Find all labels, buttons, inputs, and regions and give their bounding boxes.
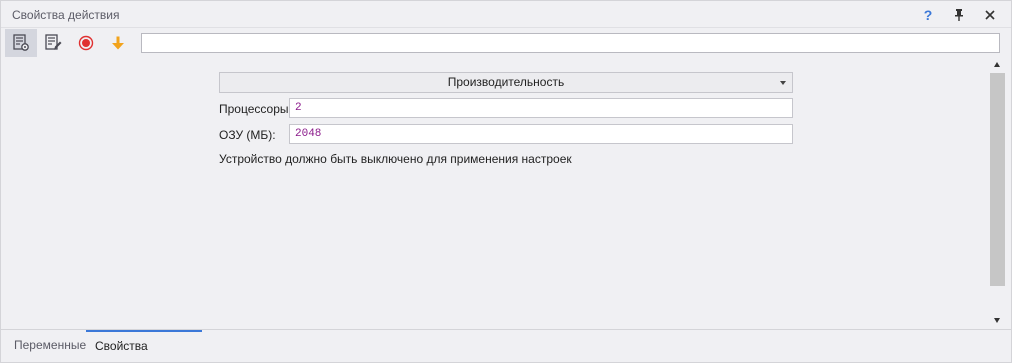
ram-field[interactable]: 2048 <box>289 124 793 144</box>
tab-action-properties[interactable]: Свойства действия <box>86 330 202 362</box>
scroll-up-icon[interactable] <box>994 62 1000 67</box>
chevron-down-icon <box>780 81 786 85</box>
properties-content: Производительность Процессоры: 2 ОЗУ (МБ… <box>5 58 989 328</box>
pin-icon <box>955 9 963 21</box>
section-title: Производительность <box>447 75 565 89</box>
bottom-tab-bar: Переменные Свойства действия <box>1 329 1011 362</box>
performance-section-dropdown[interactable]: Производительность <box>219 72 793 93</box>
scroll-down-icon[interactable] <box>994 318 1000 323</box>
scroll-thumb[interactable] <box>990 73 1005 286</box>
close-button[interactable] <box>980 5 1000 25</box>
tab-variables[interactable]: Переменные <box>5 330 95 362</box>
help-icon: ? <box>923 7 933 23</box>
ram-label: ОЗУ (МБ): <box>219 128 276 142</box>
title-bar: Свойства действия ? <box>1 1 1011 28</box>
help-button[interactable]: ? <box>918 5 938 25</box>
vertical-scrollbar[interactable] <box>989 58 1006 328</box>
close-icon <box>985 10 995 20</box>
pin-button[interactable] <box>949 5 969 25</box>
cpu-field[interactable]: 2 <box>289 98 793 118</box>
record-button[interactable] <box>70 29 102 57</box>
arrow-down-icon <box>112 36 124 50</box>
record-icon <box>78 35 94 51</box>
arrow-down-button[interactable] <box>102 29 134 57</box>
panel-title: Свойства действия <box>12 8 120 22</box>
cpu-label: Процессоры: <box>219 102 292 116</box>
properties-settings-icon <box>13 34 29 51</box>
properties-edit-button[interactable] <box>37 29 69 57</box>
properties-edit-icon <box>45 34 62 50</box>
power-off-note: Устройство должно быть выключено для при… <box>219 152 572 166</box>
properties-settings-button[interactable] <box>5 29 37 57</box>
action-properties-panel: Свойства действия ? Производительность П… <box>0 0 1012 363</box>
toolbar <box>1 29 1011 57</box>
filter-input[interactable] <box>141 33 1000 53</box>
